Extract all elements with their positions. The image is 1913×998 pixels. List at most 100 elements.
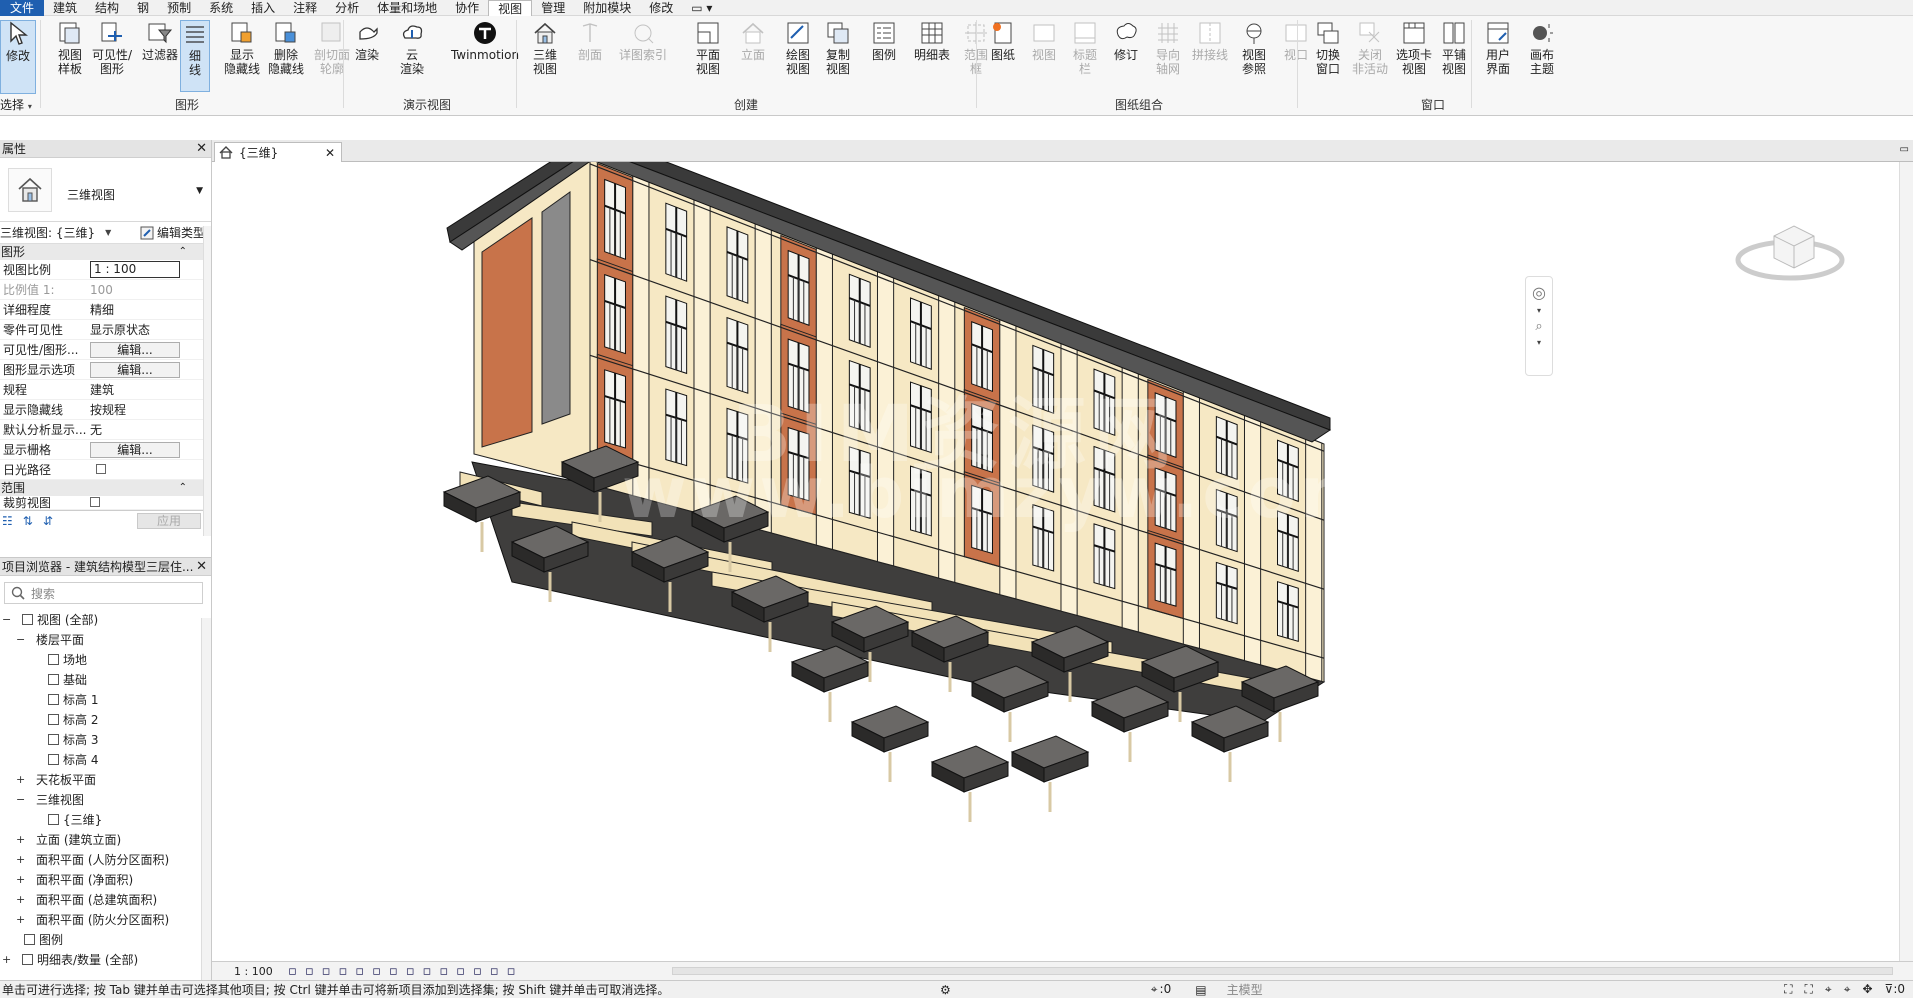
menu-tab[interactable]: 建筑 bbox=[44, 0, 86, 16]
filter-icon[interactable]: ⊽:0 bbox=[1885, 982, 1905, 997]
chevron-down-icon[interactable]: ▾ bbox=[1537, 338, 1541, 347]
browser-tree-item[interactable]: 基础 bbox=[0, 670, 211, 690]
twinmotion-button[interactable]: Twinmotion bbox=[448, 20, 522, 62]
visibility-graphics-button[interactable]: 可见性/ 图形 bbox=[88, 20, 136, 76]
tab-overflow-icon[interactable]: ▭ bbox=[1900, 144, 1909, 155]
view-reference-button[interactable]: 视图 参照 bbox=[1234, 20, 1274, 76]
guide-grid-button[interactable]: 导向 轴网 bbox=[1148, 20, 1188, 76]
canvas-horizontal-scrollbar[interactable] bbox=[672, 967, 1893, 975]
browser-tree-item[interactable]: 场地 bbox=[0, 650, 211, 670]
select-underlay-icon[interactable]: ⛶ bbox=[1805, 982, 1813, 997]
browser-tree-item[interactable]: + 面积平面 (净面积) bbox=[0, 870, 211, 890]
browser-scrollbar[interactable] bbox=[201, 618, 211, 981]
collapse-icon[interactable]: − bbox=[16, 790, 25, 810]
menu-tab[interactable]: 注释 bbox=[284, 0, 326, 16]
properties-scrollbar[interactable] bbox=[203, 226, 211, 536]
tile-views-button[interactable]: 平铺 视图 bbox=[1434, 20, 1474, 76]
view-scale-input[interactable]: 1 : 100 bbox=[90, 261, 180, 278]
visual-style-icon[interactable]: ▫ bbox=[305, 964, 314, 979]
drafting-view-button[interactable]: 绘图 视图 bbox=[778, 20, 818, 76]
zoom-icon[interactable]: ⌕ bbox=[1535, 319, 1542, 334]
browser-tree-item[interactable]: 标高 3 bbox=[0, 730, 211, 750]
browser-tree-item[interactable]: 图例 bbox=[0, 930, 211, 950]
modify-button[interactable]: 修改 bbox=[0, 20, 36, 94]
expand-icon[interactable]: + bbox=[2, 950, 11, 970]
schedules-button[interactable]: 明细表 bbox=[910, 20, 954, 62]
view-templates-button[interactable]: 视图 样板 bbox=[50, 20, 90, 76]
constraints-icon[interactable]: ▫ bbox=[490, 964, 499, 979]
menu-tab[interactable]: 分析 bbox=[326, 0, 368, 16]
browser-tree-item[interactable]: + 天花板平面 bbox=[0, 770, 211, 790]
sort-descending-icon[interactable]: ⇵ bbox=[43, 514, 53, 528]
graphics-group-header[interactable]: 图形 ⌃ bbox=[0, 244, 211, 260]
menu-tab[interactable]: 插入 bbox=[242, 0, 284, 16]
select-links-icon[interactable]: ⛶ bbox=[1784, 982, 1792, 997]
edit-button[interactable]: 编辑... bbox=[90, 341, 180, 358]
collapse-icon[interactable]: − bbox=[2, 610, 11, 630]
show-hidden-lines-button[interactable]: 显示 隐藏线 bbox=[222, 20, 262, 76]
menu-tab[interactable]: 结构 bbox=[86, 0, 128, 16]
filters-button[interactable]: 过滤器 bbox=[140, 20, 180, 62]
highlight-displacement-icon[interactable]: ▫ bbox=[473, 964, 482, 979]
expand-icon[interactable]: + bbox=[16, 870, 25, 890]
shadows-icon[interactable]: ▫ bbox=[338, 964, 347, 979]
menu-tab[interactable]: 钢 bbox=[128, 0, 158, 16]
cloud-render-button[interactable]: 云 渲染 bbox=[392, 20, 432, 76]
close-icon[interactable]: ✕ bbox=[196, 558, 207, 576]
duplicate-view-button[interactable]: 复制 视图 bbox=[818, 20, 858, 76]
apply-button[interactable]: 应用 bbox=[137, 512, 201, 529]
type-selector[interactable]: 三维视图 ▼ bbox=[0, 158, 211, 222]
show-crop-icon[interactable]: ▫ bbox=[389, 964, 398, 979]
analytical-model-icon[interactable]: ▫ bbox=[456, 964, 465, 979]
edit-button[interactable]: 编辑... bbox=[90, 361, 180, 378]
design-options-icon[interactable]: ▤ bbox=[1195, 983, 1206, 997]
render-dialog-icon[interactable]: ▫ bbox=[355, 964, 364, 979]
show-pins-icon[interactable]: ▫ bbox=[507, 964, 516, 979]
legends-button[interactable]: 图例 bbox=[864, 20, 904, 62]
section-button[interactable]: 剖面 bbox=[570, 20, 610, 62]
view-scale[interactable]: 1 : 100 bbox=[234, 965, 280, 978]
canvas-theme-button[interactable]: 画布 主题 bbox=[1522, 20, 1562, 76]
sort-icon[interactable]: ☷ bbox=[2, 514, 13, 528]
worksets-icon[interactable]: ⚙ bbox=[940, 983, 951, 997]
browser-tree-item[interactable]: − 三维视图 bbox=[0, 790, 211, 810]
browser-tree-item[interactable]: + 面积平面 (防火分区面积) bbox=[0, 910, 211, 930]
collapse-icon[interactable]: − bbox=[16, 630, 25, 650]
callout-button[interactable]: 详图索引 bbox=[615, 20, 671, 62]
matchline-button[interactable]: 拼接线 bbox=[1190, 20, 1230, 62]
select-pinned-icon[interactable]: ⌖ bbox=[1825, 982, 1832, 997]
select-dropdown[interactable]: 选择 ▾ bbox=[0, 96, 32, 113]
expand-icon[interactable]: + bbox=[16, 850, 25, 870]
viewcube[interactable] bbox=[1732, 212, 1852, 295]
menu-tab[interactable]: 文件 bbox=[0, 0, 45, 16]
3d-view-button[interactable]: 三维 视图 bbox=[525, 20, 565, 76]
browser-tree-item[interactable]: + 立面 (建筑立面) bbox=[0, 830, 211, 850]
menu-tab[interactable]: 体量和场地 bbox=[368, 0, 446, 16]
browser-search-input[interactable]: 搜索 bbox=[4, 582, 203, 604]
chevron-down-icon[interactable]: ▾ bbox=[1537, 306, 1541, 315]
browser-tree-item[interactable]: 标高 4 bbox=[0, 750, 211, 770]
menu-tab[interactable]: 系统 bbox=[200, 0, 242, 16]
sort-ascending-icon[interactable]: ⇅ bbox=[23, 514, 33, 528]
checkbox[interactable] bbox=[90, 496, 100, 507]
browser-tree-item[interactable]: + 面积平面 (人防分区面积) bbox=[0, 850, 211, 870]
browser-tree-item[interactable]: 标高 2 bbox=[0, 710, 211, 730]
edit-type-button[interactable]: 编辑类型 bbox=[140, 224, 211, 241]
sheet-button[interactable]: 图纸 bbox=[985, 20, 1021, 62]
browser-tree-item[interactable]: {三维} bbox=[0, 810, 211, 830]
temporary-hide-icon[interactable]: ▫ bbox=[423, 964, 432, 979]
tab-3d-view[interactable]: {三维} ✕ bbox=[214, 142, 342, 162]
menu-tab[interactable]: 预制 bbox=[158, 0, 200, 16]
steering-wheel-icon[interactable]: ◎ bbox=[1532, 283, 1546, 302]
3d-view-canvas[interactable]: BIM资源网 www.bimzyw.com ◎ ▾ ⌕ ▾ bbox=[212, 162, 1913, 961]
expand-icon[interactable]: + bbox=[16, 890, 25, 910]
browser-tree-item[interactable]: + 明细表/数量 (全部) bbox=[0, 950, 211, 970]
menu-tab[interactable]: 管理 bbox=[532, 0, 574, 16]
canvas-vertical-scrollbar[interactable] bbox=[1899, 162, 1913, 961]
view-button[interactable]: 视图 bbox=[1026, 20, 1062, 62]
quick-access-dropdown-icon[interactable]: ▭ ▾ bbox=[682, 0, 721, 16]
unlock-3d-icon[interactable]: ▫ bbox=[406, 964, 415, 979]
close-icon[interactable]: ✕ bbox=[325, 146, 335, 160]
plan-views-button[interactable]: 平面 视图 bbox=[688, 20, 728, 76]
sun-path-icon[interactable]: ▫ bbox=[322, 964, 331, 979]
